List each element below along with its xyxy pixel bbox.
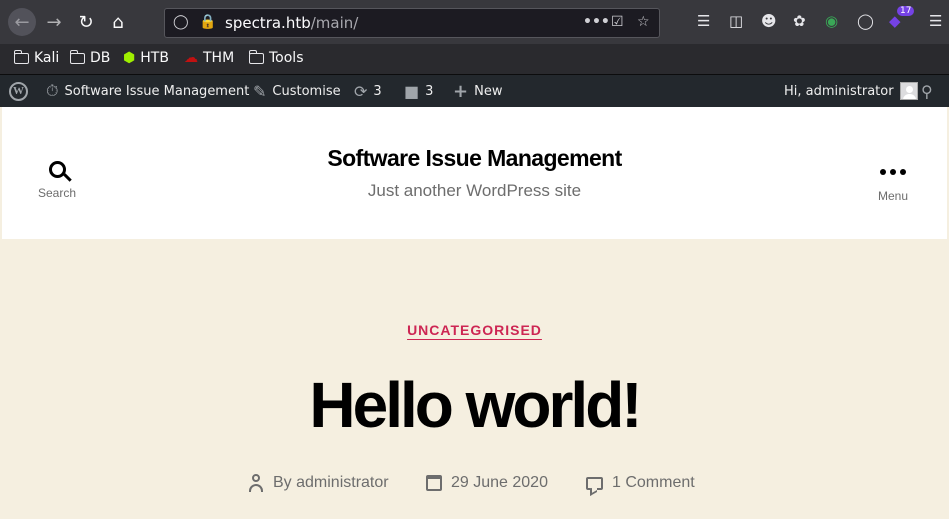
folder-icon — [69, 49, 85, 64]
category-link[interactable]: UNCATEGORISED — [407, 322, 542, 338]
site-title[interactable]: Software Issue Management — [2, 145, 947, 172]
site-header: Search Software Issue Management Just an… — [2, 107, 947, 239]
bookmark-label: THM — [203, 50, 235, 66]
url-text[interactable]: spectra.htb/main/ — [225, 14, 358, 32]
plus-icon: + — [453, 80, 469, 102]
post-comments[interactable]: 1 Comment — [586, 474, 695, 492]
page-actions-icon[interactable]: ••• — [583, 14, 610, 30]
home-button[interactable]: ⌂ — [104, 8, 132, 36]
bookmark-label: DB — [90, 50, 111, 66]
admin-account[interactable]: Hi, administrator — [784, 75, 918, 107]
post-date-label: 29 June 2020 — [451, 474, 548, 491]
menu-toggle[interactable]: Menu — [868, 169, 918, 203]
admin-site-name-label: Software Issue Management — [64, 83, 250, 99]
paintbrush-icon: ✎ — [253, 81, 267, 101]
post-title[interactable]: Hello world! — [0, 368, 949, 442]
admin-search[interactable]: ⚲ — [921, 75, 933, 107]
folder-icon — [248, 49, 264, 64]
account-icon[interactable]: ☻ — [761, 12, 777, 30]
bookmark-kali[interactable]: Kali — [13, 49, 60, 66]
url-host: spectra.htb — [225, 14, 311, 32]
bookmark-tools[interactable]: Tools — [248, 49, 304, 66]
post-author-label: By administrator — [273, 474, 389, 491]
admin-updates[interactable]: ⟳ 3 — [354, 75, 382, 107]
wordpress-logo-icon: W — [9, 81, 28, 101]
extension-green-icon[interactable]: ◉ — [825, 12, 838, 30]
post-category: UNCATEGORISED — [0, 320, 949, 339]
site-description: Just another WordPress site — [367, 181, 582, 200]
bookmarks-bar: Kali DB ⬢ HTB ☁ THM Tools — [0, 44, 949, 75]
forward-button[interactable]: → — [40, 8, 68, 36]
ellipsis-icon — [868, 169, 918, 175]
admin-new-label: New — [474, 83, 503, 99]
pocket-icon[interactable]: ☑ — [611, 14, 624, 30]
extension-badge: 17 — [897, 6, 915, 16]
folder-icon — [13, 49, 29, 64]
wp-logo-menu[interactable]: W — [9, 75, 28, 107]
browser-toolbar: ← → ↻ ⌂ ◯ 🔒 spectra.htb/main/ ••• ☑ ☆ ☰ … — [0, 0, 949, 44]
bookmark-db[interactable]: DB — [69, 49, 111, 66]
admin-greeting: Hi, administrator — [784, 83, 894, 99]
admin-customise[interactable]: ✎ Customise — [253, 75, 341, 107]
dashboard-icon: ⏱ — [46, 81, 59, 100]
insecure-lock-icon[interactable]: 🔒 — [199, 14, 216, 30]
thm-icon: ☁ — [184, 50, 198, 66]
admin-new[interactable]: + New — [453, 75, 502, 107]
bookmark-label: HTB — [140, 50, 169, 66]
url-path: /main/ — [310, 14, 359, 32]
calendar-icon — [426, 475, 442, 491]
avatar — [899, 82, 918, 100]
comment-icon — [586, 476, 603, 490]
comment-bubble-icon: ■ — [404, 81, 420, 101]
post-comments-label: 1 Comment — [612, 474, 695, 491]
shield-icon[interactable]: ◯ — [173, 14, 189, 30]
extension-cookie-icon[interactable]: ✿ — [793, 12, 806, 30]
search-icon: ⚲ — [921, 81, 933, 101]
reload-button[interactable]: ↻ — [72, 8, 100, 36]
bookmark-label: Tools — [269, 50, 304, 66]
admin-customise-label: Customise — [272, 83, 341, 99]
post-author[interactable]: By administrator — [248, 474, 389, 492]
sidebar-icon[interactable]: ◫ — [729, 12, 743, 30]
bookmark-thm[interactable]: ☁ THM — [184, 50, 234, 66]
wp-admin-bar: W ⏱ Software Issue Management ✎ Customis… — [0, 75, 949, 107]
library-icon[interactable]: ☰ — [697, 12, 710, 30]
menu-toggle-label: Menu — [877, 189, 909, 203]
post-date[interactable]: 29 June 2020 — [426, 474, 548, 492]
back-button[interactable]: ← — [8, 8, 36, 36]
extension-circle-icon[interactable]: ◯ — [857, 12, 874, 30]
bookmark-htb[interactable]: ⬢ HTB — [123, 50, 169, 66]
admin-site-name[interactable]: ⏱ Software Issue Management — [46, 75, 249, 107]
url-bar[interactable]: ◯ 🔒 spectra.htb/main/ ••• ☑ ☆ — [164, 8, 660, 38]
admin-comments[interactable]: ■ 3 — [404, 75, 433, 107]
person-icon — [248, 474, 264, 492]
htb-cube-icon: ⬢ — [123, 50, 136, 66]
bookmark-label: Kali — [34, 50, 60, 66]
updates-count: 3 — [373, 83, 382, 99]
updates-icon: ⟳ — [354, 81, 368, 101]
comments-count: 3 — [425, 83, 434, 99]
hamburger-menu-icon[interactable]: ☰ — [929, 12, 942, 30]
bookmark-star-icon[interactable]: ☆ — [637, 14, 650, 30]
